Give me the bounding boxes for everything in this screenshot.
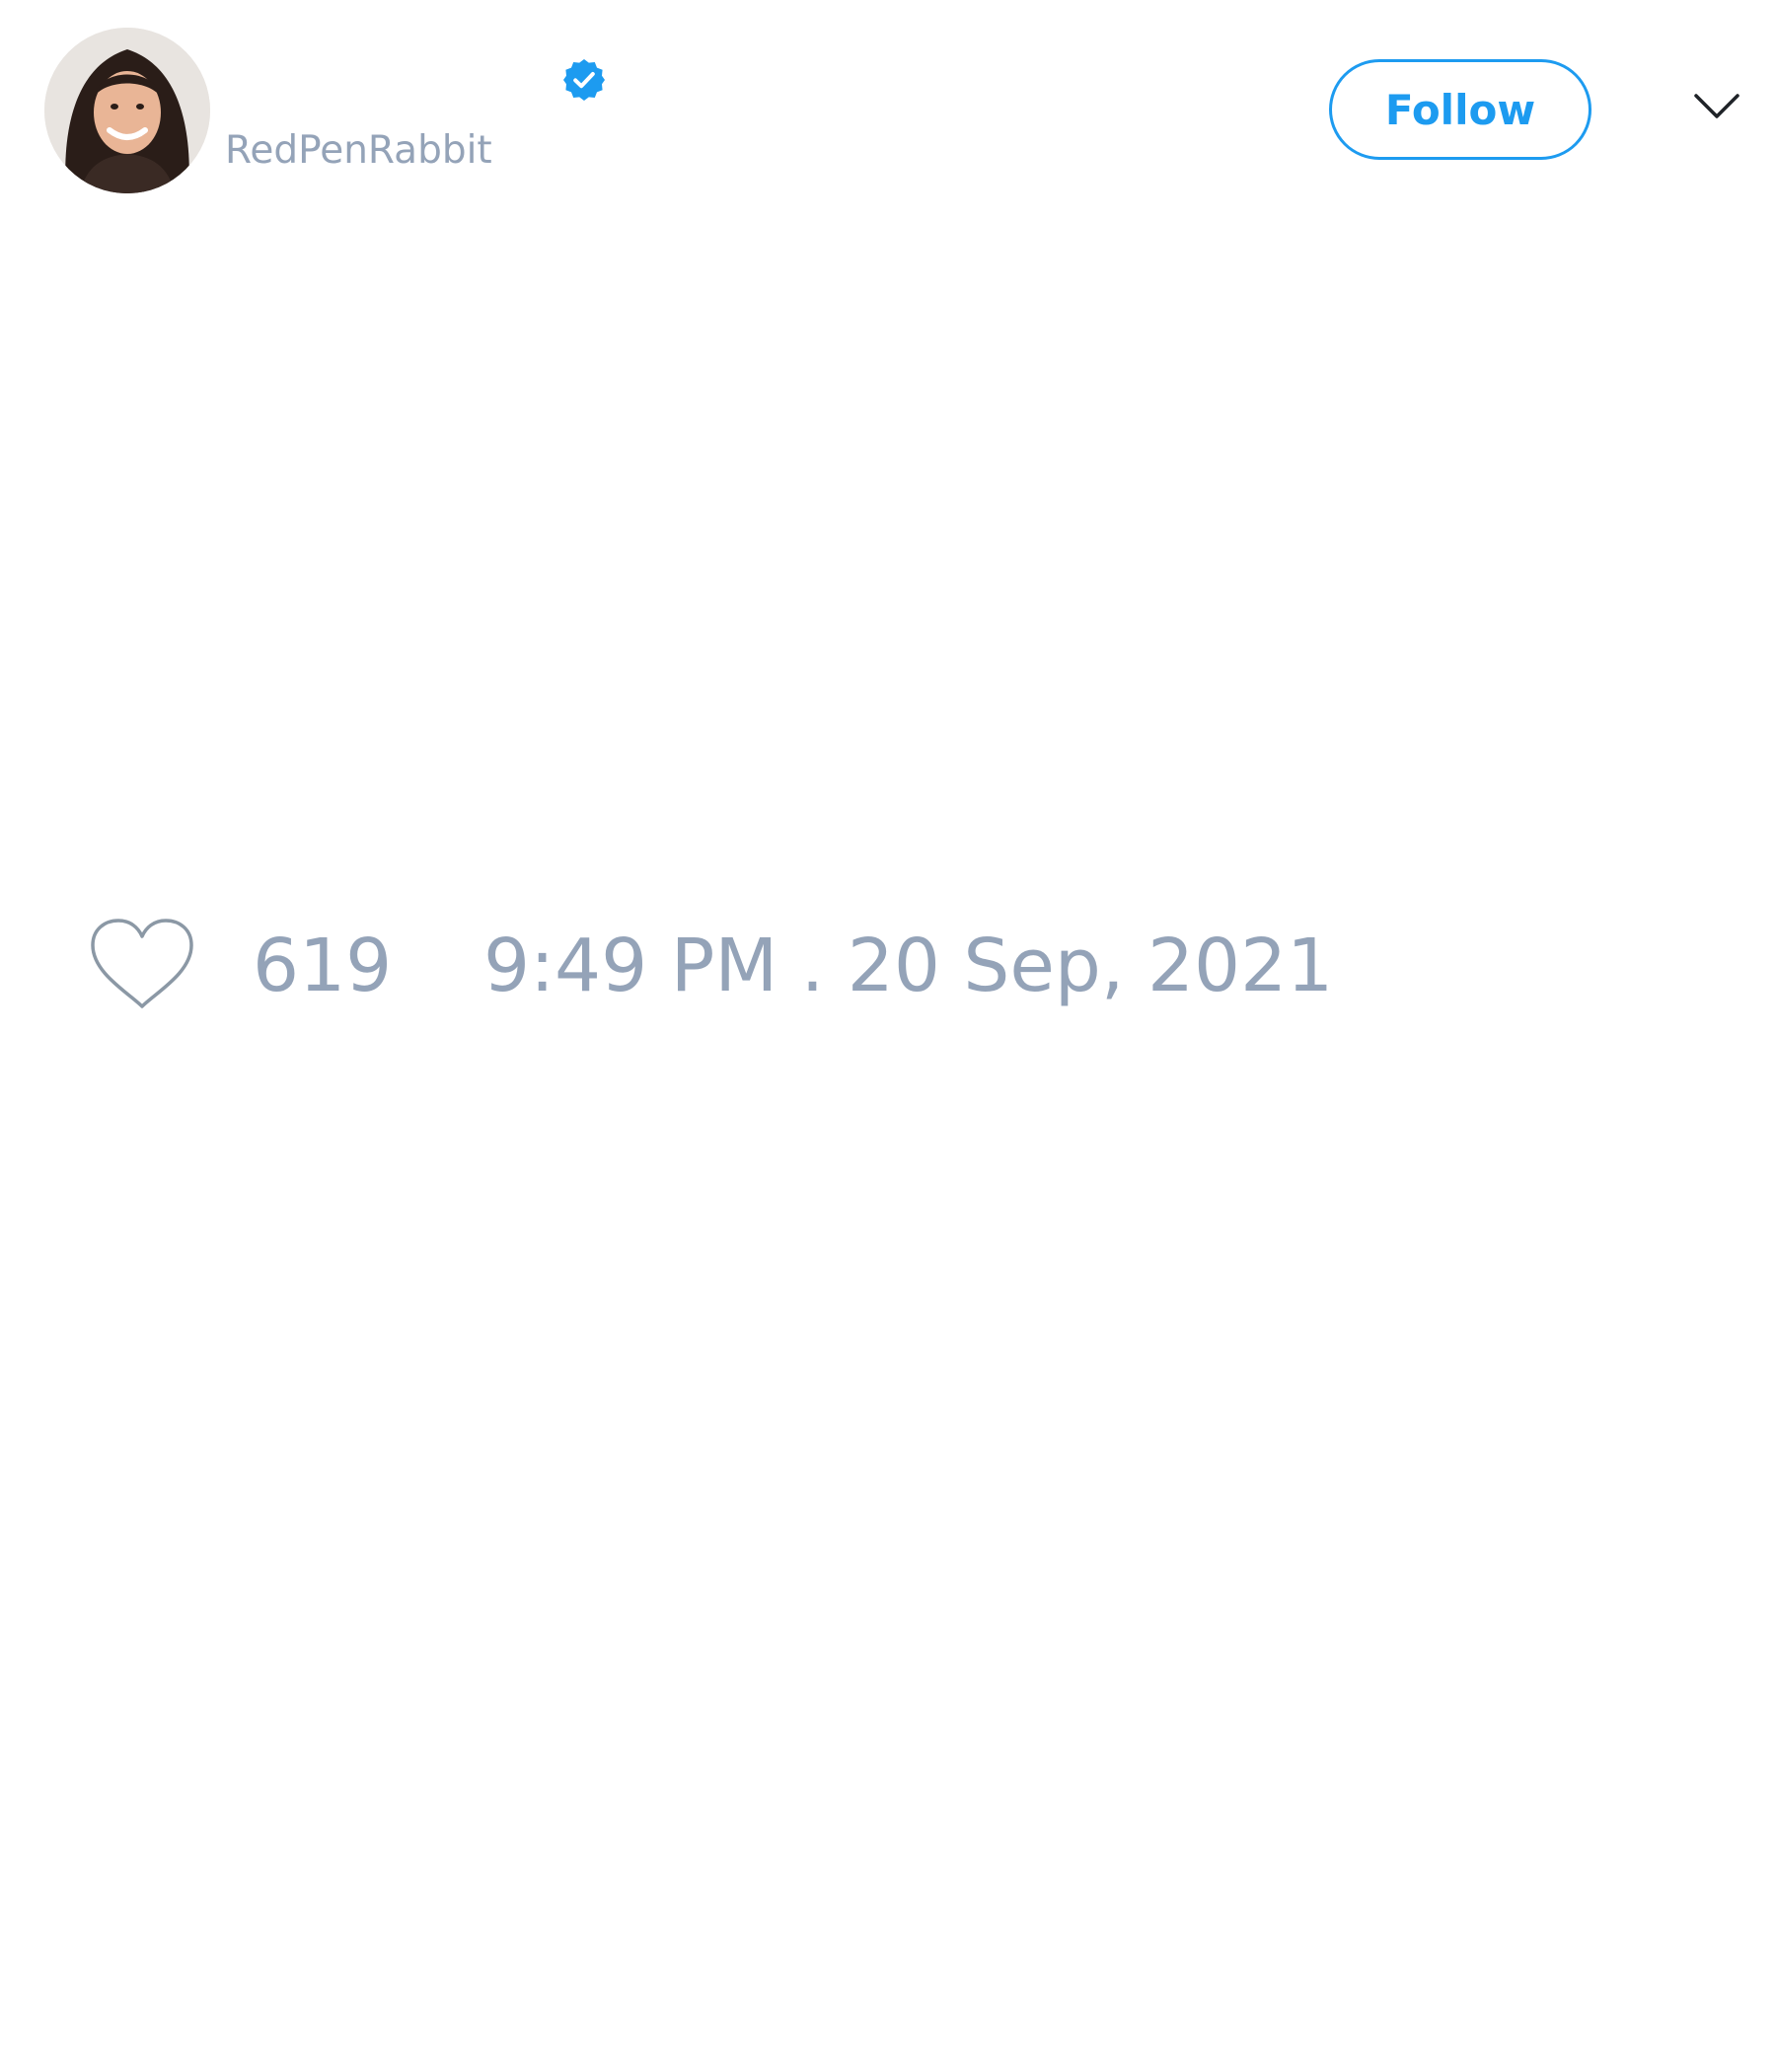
username-handle[interactable]: RedPenRabbit	[225, 126, 492, 176]
follow-button[interactable]: Follow	[1329, 59, 1591, 160]
heart-outline-icon[interactable]	[89, 918, 195, 1012]
profile-photo	[44, 28, 210, 193]
chevron-down-icon[interactable]	[1693, 93, 1740, 120]
verified-badge-icon	[563, 59, 605, 101]
avatar[interactable]	[44, 28, 210, 193]
tweet-timestamp[interactable]: 9:49 PM . 20 Sep, 2021	[483, 925, 1333, 1007]
like-count: 619	[253, 924, 393, 1008]
